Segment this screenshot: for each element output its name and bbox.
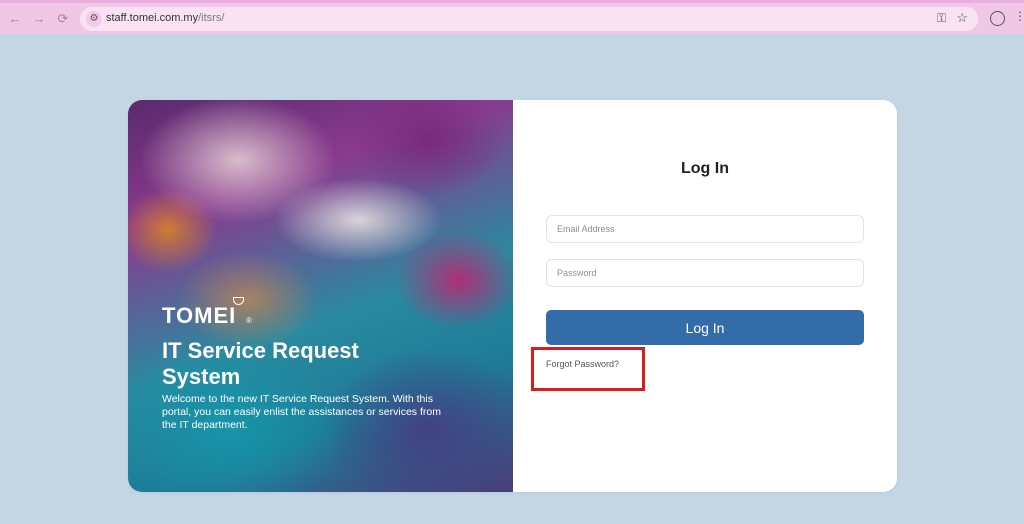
url-path: /itsrs/ [198,12,225,24]
profile-icon[interactable] [990,11,1005,26]
logo-mark-icon [233,297,244,305]
password-key-icon[interactable]: ⚿ [937,11,946,26]
browser-toolbar: ← → ⟳ ⚙ staff.tomei.com.my/itsrs/ ⚿ ☆ ⋮ [0,0,1024,34]
highlight-box [531,347,645,391]
login-title: Log In [681,160,729,177]
bookmark-star-icon[interactable]: ☆ [956,10,968,26]
back-icon[interactable]: ← [6,10,24,28]
tomei-logo: TOMEI [162,303,237,328]
login-button[interactable]: Log In [546,310,864,345]
login-card: TOMEI ® IT Service Request System Welcom… [128,100,897,492]
email-field[interactable] [546,215,864,243]
url-domain: staff.tomei.com.my [106,12,199,24]
site-info-icon[interactable]: ⚙ [86,11,102,27]
forward-icon[interactable]: → [30,10,48,28]
url-text: staff.tomei.com.my/itsrs/ [106,12,224,24]
hero-title: IT Service Request System [162,338,359,389]
menu-icon[interactable]: ⋮ [1014,9,1024,23]
hero-description: Welcome to the new IT Service Request Sy… [162,393,441,431]
address-bar[interactable]: ⚙ staff.tomei.com.my/itsrs/ ⚿ ☆ [80,7,978,31]
registered-mark: ® [246,316,252,325]
password-field[interactable] [546,259,864,287]
reload-icon[interactable]: ⟳ [54,10,72,28]
hero-panel: TOMEI ® IT Service Request System Welcom… [128,100,513,492]
